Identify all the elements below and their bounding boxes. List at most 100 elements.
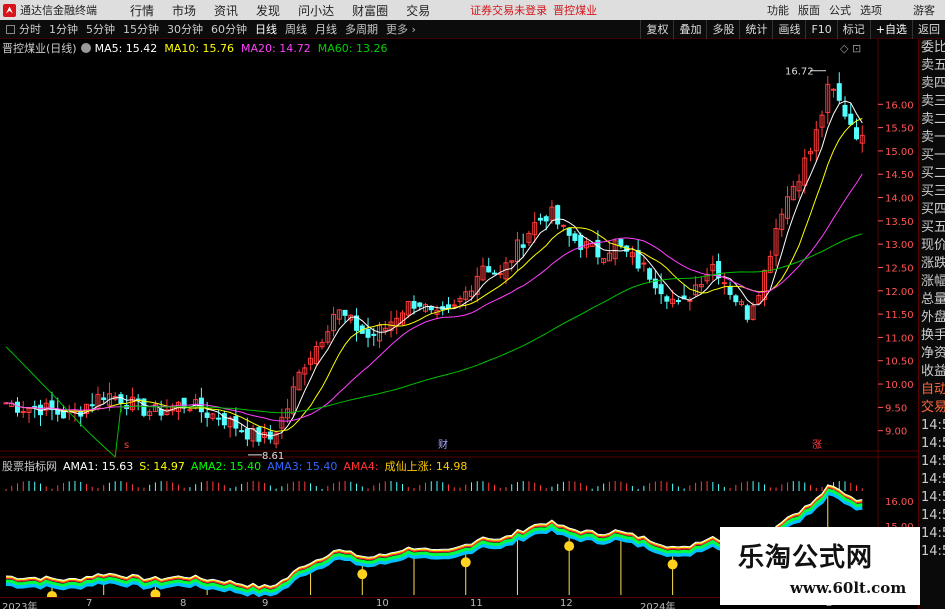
side-panel-item[interactable]: 交易 [919, 399, 945, 417]
side-panel-item[interactable]: 委比 [919, 39, 945, 57]
price-axis-label: 10.50 [885, 357, 914, 368]
signal-value: 成仙上涨: 14.98 [384, 460, 468, 473]
candle-body [256, 427, 262, 442]
tool-button[interactable]: 画线 [772, 20, 805, 39]
candle-body [618, 239, 624, 247]
menu-item[interactable]: 行情 [130, 2, 154, 19]
add-watchlist-button[interactable]: +自选 [869, 20, 912, 39]
side-panel-item[interactable]: 卖五 [919, 57, 945, 75]
candle-body [641, 262, 647, 265]
side-panel-item[interactable]: 净资 [919, 345, 945, 363]
tool-button[interactable]: 统计 [739, 20, 772, 39]
candle-body [831, 88, 837, 91]
menu-item[interactable]: 资讯 [214, 2, 238, 19]
side-panel-item[interactable]: 收益 [919, 363, 945, 381]
chart-tools: 复权 叠加 多股 统计 画线 F10 标记 +自选 返回 [640, 20, 945, 39]
tool-button[interactable]: F10 [805, 20, 836, 39]
kline-chart[interactable]: 16.00 15.50 15.00 14.50 14.00 13.50 13.00 12.50… [0, 39, 918, 597]
side-panel-item[interactable]: 买一 [919, 147, 945, 165]
title-menu-bar: 通达信金融终端 行情 市场 资讯 发现 问小达 财富圈 交易 证券交易未登录 晋控… [0, 0, 945, 20]
menu-item[interactable]: 市场 [172, 2, 196, 19]
right-menu: 功能 版面 公式 选项 游客 [767, 0, 945, 20]
right-menu-item[interactable]: 选项 [860, 2, 882, 18]
period-tab[interactable]: 15分钟 [123, 21, 159, 37]
menu-item[interactable]: 发现 [256, 2, 280, 19]
candle-body [221, 413, 227, 426]
side-panel-item[interactable]: 涨跌 [919, 255, 945, 273]
candle-body [428, 306, 434, 311]
guest-button[interactable]: 游客 [913, 2, 935, 18]
gear-icon[interactable] [80, 43, 91, 53]
side-panel-item[interactable]: 卖三 [919, 93, 945, 111]
side-panel-item[interactable]: 卖二 [919, 111, 945, 129]
candle-body [566, 227, 572, 236]
tool-button[interactable]: 叠加 [673, 20, 706, 39]
side-panel-item[interactable]: 14:5 [919, 417, 945, 435]
price-axis-label: 13.50 [885, 217, 914, 228]
date-tick-label: 7 [86, 598, 93, 609]
more-periods-button[interactable]: 更多 › [386, 21, 416, 37]
right-menu-item[interactable]: 公式 [829, 2, 851, 18]
candle-body [181, 397, 187, 408]
side-panel-item[interactable]: 涨幅 [919, 273, 945, 291]
side-panel-item[interactable]: 总量 [919, 291, 945, 309]
side-panel-item[interactable]: 14:5 [919, 489, 945, 507]
candle-body [14, 401, 20, 413]
candle-body [543, 216, 549, 222]
period-tab[interactable]: 30分钟 [167, 21, 203, 37]
period-tab[interactable]: 5分钟 [86, 21, 115, 37]
candle-body [537, 217, 543, 221]
watermark-logo: 乐淘公式网 www.60lt.com [720, 527, 920, 605]
candle-body [371, 333, 377, 336]
side-panel-item[interactable]: 14:5 [919, 543, 945, 561]
candle-body [664, 296, 670, 302]
tool-button[interactable]: 多股 [706, 20, 739, 39]
period-tab[interactable]: 60分钟 [211, 21, 247, 37]
side-panel-item[interactable]: 外盘 [919, 309, 945, 327]
price-axis-label: 14.00 [885, 194, 914, 205]
period-tab[interactable]: 周线 [285, 21, 307, 37]
side-panel-item[interactable]: 买三 [919, 183, 945, 201]
ama4-value: AMA4: [343, 459, 379, 473]
candle-body [187, 409, 193, 412]
period-tab[interactable]: 月线 [315, 21, 337, 37]
side-panel-item[interactable]: 买四 [919, 201, 945, 219]
login-warning[interactable]: 证券交易未登录 晋控煤业 [470, 2, 597, 18]
period-tab[interactable]: 分时 [19, 21, 41, 37]
tool-button[interactable]: 标记 [836, 20, 870, 39]
candle-body [244, 428, 250, 440]
candle-body [658, 284, 664, 295]
right-menu-item[interactable]: 版面 [798, 2, 820, 18]
smiley-icon [150, 589, 161, 597]
side-panel-item[interactable]: 14:5 [919, 525, 945, 543]
side-panel-item[interactable]: 14:5 [919, 453, 945, 471]
window-toggle-icon[interactable] [6, 24, 15, 34]
side-panel-item[interactable]: 卖四 [919, 75, 945, 93]
menu-item[interactable]: 问小达 [298, 2, 334, 19]
side-panel-item[interactable]: 卖一 [919, 129, 945, 147]
menu-item[interactable]: 交易 [406, 2, 430, 19]
price-axis-label: 12.50 [885, 263, 914, 274]
side-panel-item[interactable]: 现价 [919, 237, 945, 255]
side-panel-item[interactable]: 14:5 [919, 435, 945, 453]
menu-item[interactable]: 财富圈 [352, 2, 388, 19]
back-button[interactable]: 返回 [912, 20, 945, 39]
right-menu-item[interactable]: 功能 [767, 2, 789, 18]
side-panel-item[interactable]: 换手 [919, 327, 945, 345]
smiley-icon [667, 559, 678, 570]
side-panel-item[interactable]: 14:5 [919, 507, 945, 525]
candle-body [836, 83, 842, 101]
chart-corner-icons[interactable]: ◇ ⊡ [840, 42, 861, 55]
ma5-value: MA5: 15.42 [94, 41, 158, 55]
period-tab[interactable]: 多周期 [345, 21, 378, 37]
price-axis-label: 10.00 [885, 380, 914, 391]
ama1-value: AMA1: 15.63 [63, 459, 134, 473]
event-mark: 财 [438, 438, 448, 451]
side-panel-item[interactable]: 14:5 [919, 471, 945, 489]
period-tab[interactable]: 1分钟 [49, 21, 78, 37]
tool-button[interactable]: 复权 [640, 20, 673, 39]
side-panel-item[interactable]: 买二 [919, 165, 945, 183]
side-panel-item[interactable]: 买五 [919, 219, 945, 237]
side-panel-item[interactable]: 自动 [919, 381, 945, 399]
period-tab-active[interactable]: 日线 [255, 21, 277, 37]
